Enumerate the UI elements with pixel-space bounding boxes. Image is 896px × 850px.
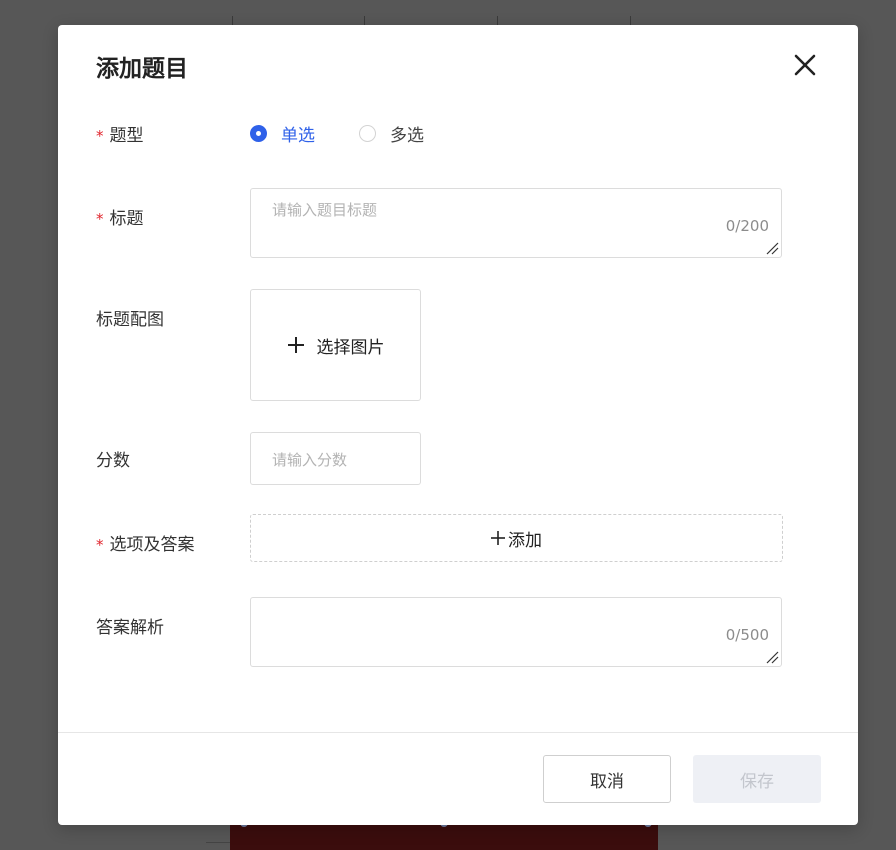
close-button[interactable] (792, 52, 818, 78)
radio-single-choice[interactable]: 单选 (250, 121, 315, 146)
select-image-label: 选择图片 (316, 337, 385, 358)
score-placeholder: 请输入分数 (272, 451, 348, 469)
options-answer-label-text: 选项及答案 (109, 535, 195, 555)
resize-handle-icon[interactable] (765, 241, 779, 255)
radio-single-label: 单选 (281, 125, 315, 146)
radio-unchecked-icon (359, 124, 376, 142)
title-placeholder: 请输入题目标题 (272, 201, 378, 219)
analysis-char-counter: 0/500 (725, 626, 769, 644)
radio-multiple-choice[interactable]: 多选 (359, 121, 424, 146)
question-type-radio-group: 单选 多选 (250, 119, 468, 147)
resize-handle-icon[interactable] (765, 650, 779, 664)
title-image-label: 标题配图 (96, 310, 164, 330)
background-line (206, 842, 230, 843)
analysis-textarea[interactable]: 0/500 (250, 597, 782, 667)
footer-divider (58, 732, 858, 733)
score-label: 分数 (96, 451, 130, 471)
title-char-counter: 0/200 (725, 217, 769, 235)
radio-checked-icon (250, 124, 267, 142)
close-icon (794, 54, 816, 76)
title-label: * 标题 (96, 204, 144, 229)
select-image-button[interactable]: 选择图片 (250, 289, 421, 401)
analysis-label: 答案解析 (96, 618, 164, 638)
type-label: * 题型 (96, 121, 144, 146)
title-label-text: 标题 (109, 209, 144, 229)
add-option-button[interactable]: 添加 (250, 514, 783, 562)
score-input[interactable]: 请输入分数 (250, 432, 421, 485)
plus-icon (287, 337, 304, 353)
add-option-label: 添加 (508, 530, 542, 551)
dialog-title: 添加题目 (96, 56, 188, 82)
required-mark: * (96, 127, 104, 145)
save-button[interactable]: 保存 (693, 755, 821, 803)
required-mark: * (96, 536, 104, 554)
cancel-button[interactable]: 取消 (543, 755, 671, 803)
plus-icon (491, 531, 505, 545)
type-label-text: 题型 (109, 126, 144, 146)
options-answer-label: * 选项及答案 (96, 530, 195, 555)
title-textarea[interactable]: 请输入题目标题 0/200 (250, 188, 782, 258)
add-question-dialog: 添加题目 * 题型 单选 多选 * 标题 请输入题目标题 0/200 标题配图 (58, 25, 858, 825)
radio-multiple-label: 多选 (390, 125, 424, 146)
required-mark: * (96, 210, 104, 228)
